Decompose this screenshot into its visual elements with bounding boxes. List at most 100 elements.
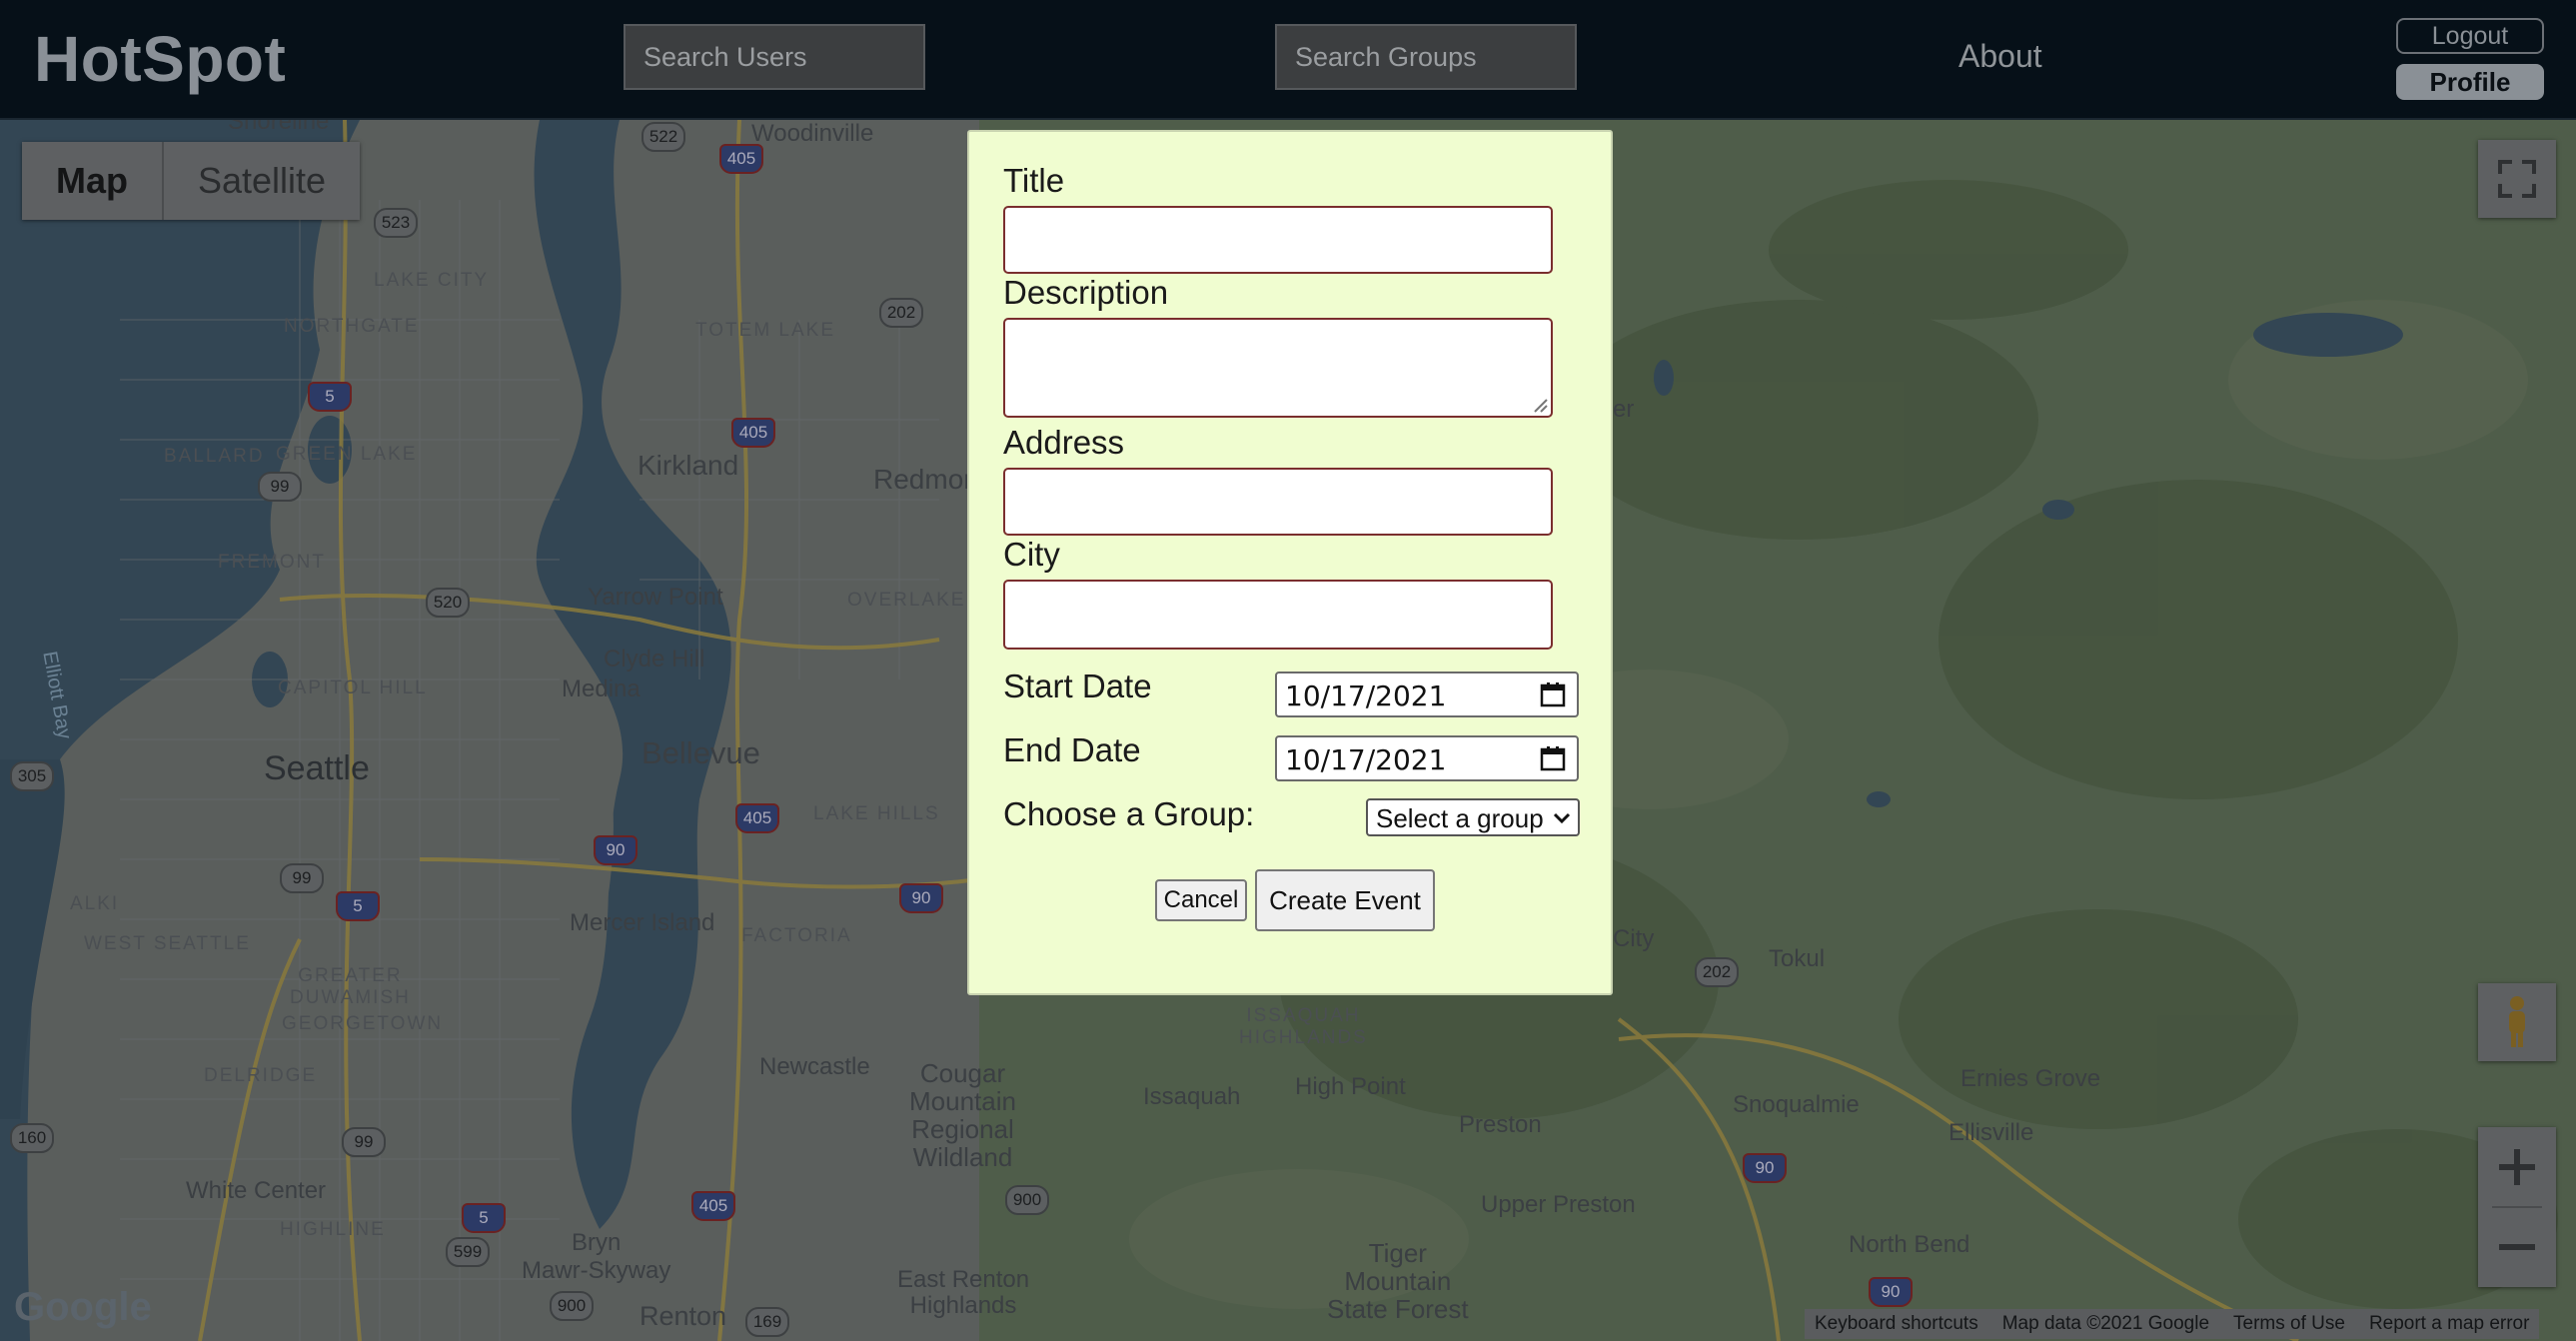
- place-label: GEORGETOWN: [282, 1013, 444, 1034]
- place-label: Ernies Grove: [1960, 1065, 2101, 1092]
- place-label: Shoreline: [228, 120, 330, 135]
- place-label: Newcastle: [759, 1053, 870, 1080]
- map-type-satellite-button[interactable]: Satellite: [164, 142, 360, 220]
- minus-icon: [2499, 1244, 2535, 1250]
- highway-shield: 405: [735, 803, 779, 833]
- highway-shield: 99: [258, 472, 302, 502]
- place-label: White Center: [186, 1177, 327, 1204]
- zoom-out-button[interactable]: [2478, 1207, 2556, 1287]
- map-type-map-button[interactable]: Map: [22, 142, 164, 220]
- highway-shield: 202: [879, 298, 923, 328]
- title-input[interactable]: [1003, 206, 1553, 274]
- search-groups-input[interactable]: Search Groups: [1275, 24, 1577, 90]
- chevron-down-icon: [1553, 812, 1571, 824]
- map-type-control: Map Satellite: [22, 142, 361, 220]
- street-view-button[interactable]: [2478, 983, 2556, 1061]
- calendar-icon[interactable]: [1539, 680, 1567, 708]
- place-label: Seattle: [264, 749, 370, 787]
- place-label: DELRIDGE: [204, 1065, 318, 1086]
- place-label: North Bend: [1849, 1231, 1970, 1258]
- highway-shield: 900: [550, 1291, 594, 1321]
- keyboard-shortcuts-link[interactable]: Keyboard shortcuts: [1815, 1309, 1978, 1339]
- top-nav-bar: HotSpot Search Users Search Groups About…: [0, 0, 2576, 120]
- resize-grip-icon[interactable]: [1531, 396, 1549, 414]
- start-date-label: Start Date: [1003, 668, 1152, 704]
- end-date-label: End Date: [1003, 731, 1141, 768]
- place-label: TOTEM LAKE: [695, 320, 836, 341]
- address-input[interactable]: [1003, 468, 1553, 536]
- highway-shield: 90: [1743, 1153, 1787, 1183]
- address-label: Address: [1003, 424, 1125, 461]
- plus-icon: [2499, 1149, 2535, 1185]
- report-map-error-link[interactable]: Report a map error: [2369, 1309, 2530, 1339]
- highway-shield: 599: [446, 1237, 490, 1267]
- city-input[interactable]: [1003, 580, 1553, 650]
- place-label: Yarrow Point: [588, 584, 723, 611]
- title-label: Title: [1003, 162, 1065, 199]
- highway-shield: 202: [1695, 957, 1739, 987]
- highway-shield: 169: [745, 1307, 789, 1337]
- place-label: ALKI: [70, 893, 120, 914]
- place-label: Renton: [640, 1301, 727, 1331]
- pegman-icon: [2509, 996, 2525, 1047]
- place-label: Woodinville: [751, 120, 874, 147]
- place-label: CAPITOL HILL: [278, 677, 428, 698]
- fullscreen-icon: [2498, 160, 2536, 198]
- highway-shield: 523: [374, 208, 418, 238]
- highway-shield: 520: [426, 588, 470, 618]
- place-label: BALLARD: [164, 446, 265, 467]
- profile-button[interactable]: Profile: [2396, 64, 2544, 100]
- highway-shield: 405: [719, 144, 763, 174]
- highway-shield: 99: [342, 1127, 386, 1157]
- place-label: Medina: [562, 675, 641, 702]
- description-textarea[interactable]: [1003, 318, 1553, 418]
- logout-button[interactable]: Logout: [2396, 18, 2544, 54]
- zoom-control: [2478, 1127, 2556, 1287]
- place-label: LAKE HILLS: [813, 803, 940, 824]
- place-label: Mercer Island: [570, 909, 715, 936]
- place-label: Preston: [1459, 1111, 1542, 1138]
- zoom-in-button[interactable]: [2478, 1127, 2556, 1207]
- place-label: Snoqualmie: [1733, 1091, 1860, 1118]
- place-label: WEST SEATTLE: [84, 933, 251, 954]
- highway-shield: 305: [10, 761, 54, 791]
- about-link[interactable]: About: [1958, 38, 2042, 75]
- end-date-value: 10/17/2021: [1285, 743, 1447, 776]
- terms-of-use-link[interactable]: Terms of Use: [2233, 1309, 2345, 1339]
- place-label: GREATER DUWAMISH: [290, 965, 411, 1008]
- map-attribution-bar: Keyboard shortcuts Map data ©2021 Google…: [1805, 1309, 2540, 1339]
- place-label: NORTHGATE: [284, 316, 420, 337]
- place-label: East Renton Highlands: [897, 1266, 1030, 1319]
- place-label: LAKE CITY: [374, 270, 490, 291]
- highway-shield: 405: [731, 418, 775, 448]
- highway-shield: 90: [594, 835, 638, 865]
- calendar-icon[interactable]: [1539, 744, 1567, 772]
- place-label: Clyde Hill: [604, 646, 705, 672]
- place-label: Bryn Mawr-Skyway: [522, 1229, 671, 1284]
- place-label: City: [1613, 925, 1655, 952]
- start-date-input[interactable]: 10/17/2021: [1275, 671, 1579, 717]
- create-event-button[interactable]: Create Event: [1255, 869, 1435, 931]
- place-label: Issaquah: [1143, 1083, 1241, 1110]
- place-label: Kirkland: [638, 450, 739, 481]
- description-label: Description: [1003, 274, 1169, 311]
- place-label: HIGHLINE: [280, 1219, 386, 1240]
- place-label: GREEN LAKE: [276, 444, 418, 465]
- place-label: Upper Preston: [1481, 1191, 1636, 1218]
- choose-group-label: Choose a Group:: [1003, 795, 1255, 832]
- highway-shield: 5: [462, 1203, 506, 1233]
- highway-shield: 5: [308, 382, 352, 412]
- highway-shield: 99: [280, 863, 324, 893]
- cancel-button[interactable]: Cancel: [1155, 879, 1247, 921]
- place-label: FACTORIA: [741, 925, 852, 946]
- place-label: Bellevue: [642, 735, 760, 770]
- group-select[interactable]: Select a group: [1366, 798, 1580, 836]
- end-date-input[interactable]: 10/17/2021: [1275, 735, 1579, 781]
- brand-logo[interactable]: HotSpot: [34, 22, 286, 96]
- highway-shield: 160: [10, 1123, 54, 1153]
- fullscreen-button[interactable]: [2478, 140, 2556, 218]
- place-label: FREMONT: [218, 552, 326, 573]
- search-users-input[interactable]: Search Users: [624, 24, 925, 90]
- place-label: Redmon: [873, 464, 979, 495]
- group-select-value: Select a group: [1376, 803, 1544, 833]
